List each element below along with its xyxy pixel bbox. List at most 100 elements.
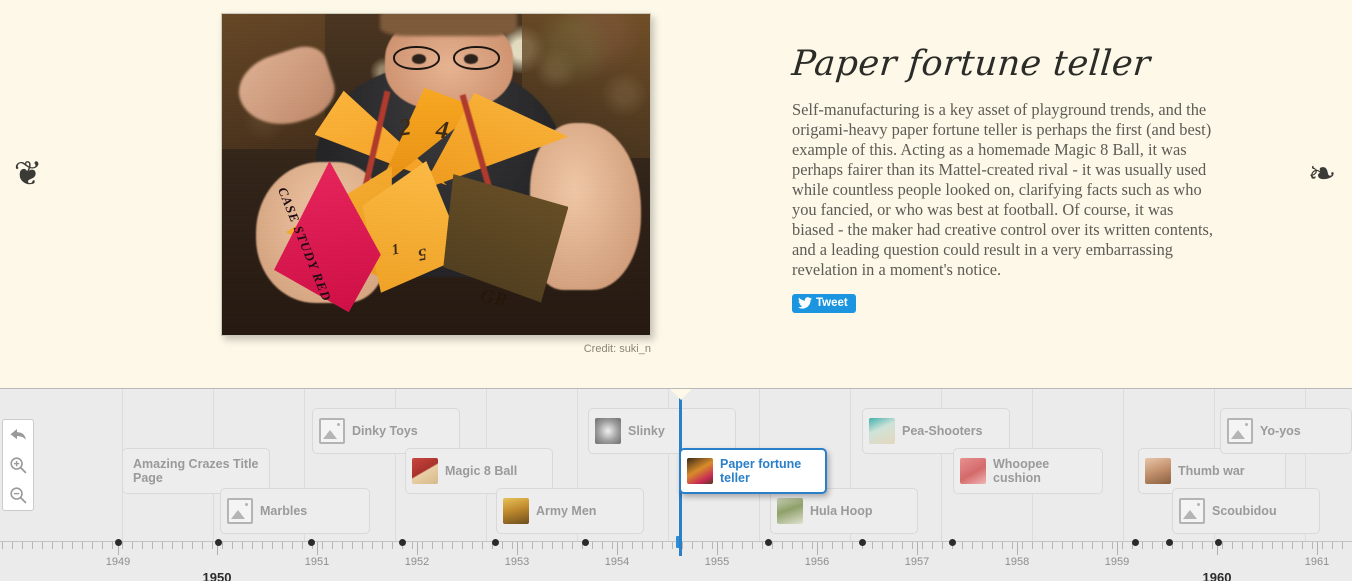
axis-year-label: 1959 — [1104, 556, 1130, 568]
axis-tick — [82, 542, 83, 549]
axis-event-dot[interactable] — [1132, 539, 1139, 546]
axis-tick — [852, 542, 853, 549]
axis-tick — [1202, 542, 1203, 549]
axis-tick-major — [1117, 542, 1118, 555]
axis-tick — [322, 542, 323, 549]
timeline-panel[interactable]: Amazing Crazes Title Page Dinky Toys Marbl… — [0, 388, 1352, 581]
photo-credit: Credit: suki_n — [583, 343, 651, 355]
axis-tick — [1042, 542, 1043, 549]
axis-event-dot[interactable] — [215, 539, 222, 546]
axis-event-dot[interactable] — [1215, 539, 1222, 546]
axis-tick — [762, 542, 763, 549]
zoom-in-icon[interactable] — [3, 450, 33, 480]
timeline-card[interactable]: Yo-yos — [1220, 408, 1352, 454]
timeline-card-label: Dinky Toys — [352, 424, 418, 438]
axis-tick — [1262, 542, 1263, 549]
axis-tick — [592, 542, 593, 549]
axis-tick — [782, 542, 783, 549]
axis-tick — [242, 542, 243, 549]
axis-tick — [692, 542, 693, 549]
card-thumbnail — [503, 498, 529, 524]
axis-event-dot[interactable] — [949, 539, 956, 546]
axis-tick — [672, 542, 673, 549]
axis-tick — [622, 542, 623, 549]
card-thumbnail — [595, 418, 621, 444]
axis-event-dot[interactable] — [1166, 539, 1173, 546]
axis-tick — [682, 542, 683, 549]
timeline-card[interactable]: Army Men — [496, 488, 644, 534]
timeline-card[interactable]: Scoubidou — [1172, 488, 1320, 534]
axis-tick — [272, 542, 273, 549]
axis-tick — [942, 542, 943, 549]
axis-tick — [892, 542, 893, 549]
axis-tick — [432, 542, 433, 549]
timeline-zoom-controls[interactable] — [2, 419, 34, 511]
axis-year-label: 1951 — [304, 556, 330, 568]
axis-tick — [162, 542, 163, 549]
axis-tick — [552, 542, 553, 549]
next-slide-arrow-icon[interactable]: ❧ — [1298, 150, 1346, 198]
axis-tick — [372, 542, 373, 549]
axis-tick — [712, 542, 713, 549]
timeline-card-label: Slinky — [628, 424, 665, 438]
tweet-button[interactable]: Tweet — [792, 294, 856, 313]
axis-tick — [802, 542, 803, 549]
slide-media: CASE STUDY RED 2 4 1 5 GR Credit: suki_n — [221, 13, 651, 355]
axis-tick — [2, 542, 3, 549]
back-arrow-icon[interactable] — [3, 420, 33, 450]
axis-tick — [202, 542, 203, 549]
axis-event-dot[interactable] — [308, 539, 315, 546]
timeline-card[interactable]: Marbles — [220, 488, 370, 534]
axis-tick — [92, 542, 93, 549]
timeline-track[interactable]: Amazing Crazes Title Page Dinky Toys Marbl… — [0, 389, 1352, 541]
axis-tick — [1272, 542, 1273, 549]
timeline-axis[interactable]: 1949 1950 1951 1952 1953 1954 1955 1956 1957 1958… — [0, 536, 1352, 581]
card-thumbnail — [412, 458, 438, 484]
axis-tick — [1242, 542, 1243, 549]
axis-tick — [752, 542, 753, 549]
twitter-bird-icon — [798, 297, 812, 309]
axis-year-label: 1952 — [404, 556, 430, 568]
timeline-marker-notch — [670, 389, 692, 400]
axis-tick — [652, 542, 653, 549]
axis-tick — [532, 542, 533, 549]
timeline-card[interactable]: Hula Hoop — [770, 488, 918, 534]
axis-tick — [342, 542, 343, 549]
axis-tick-major — [517, 542, 518, 555]
axis-tick — [722, 542, 723, 549]
timeline-card-label: Marbles — [260, 504, 308, 518]
axis-year-label: 1950 — [202, 570, 232, 581]
axis-tick — [262, 542, 263, 549]
timeline-card-label: Whoopee cushion — [993, 457, 1050, 485]
axis-year-label: 1958 — [1004, 556, 1030, 568]
timeline-card[interactable]: Whoopee cushion — [953, 448, 1103, 494]
axis-event-dot[interactable] — [115, 539, 122, 546]
axis-tick — [62, 542, 63, 549]
previous-slide-arrow-icon[interactable]: ❦ — [4, 150, 52, 198]
axis-tick-major — [617, 542, 618, 555]
axis-tick — [1212, 542, 1213, 549]
axis-tick — [612, 542, 613, 549]
zoom-out-icon[interactable] — [3, 480, 33, 510]
axis-year-label: 1955 — [704, 556, 730, 568]
axis-tick — [412, 542, 413, 549]
axis-tick — [1162, 542, 1163, 549]
axis-tick — [1082, 542, 1083, 549]
axis-tick — [102, 542, 103, 549]
axis-event-dot[interactable] — [582, 539, 589, 546]
axis-tick-major — [817, 542, 818, 555]
axis-event-dot[interactable] — [399, 539, 406, 546]
axis-tick — [522, 542, 523, 549]
axis-event-dot[interactable] — [859, 539, 866, 546]
image-placeholder-icon — [227, 498, 253, 524]
axis-tick — [962, 542, 963, 549]
axis-tick — [332, 542, 333, 549]
axis-event-dot[interactable] — [765, 539, 772, 546]
axis-tick — [972, 542, 973, 549]
axis-event-dot[interactable] — [492, 539, 499, 546]
axis-tick — [922, 542, 923, 549]
axis-year-label: 1949 — [105, 556, 131, 568]
timeline-card[interactable]: Paper fortune teller — [679, 448, 827, 494]
axis-tick — [462, 542, 463, 549]
slide-area: ❦ ❧ CASE — [0, 0, 1352, 388]
